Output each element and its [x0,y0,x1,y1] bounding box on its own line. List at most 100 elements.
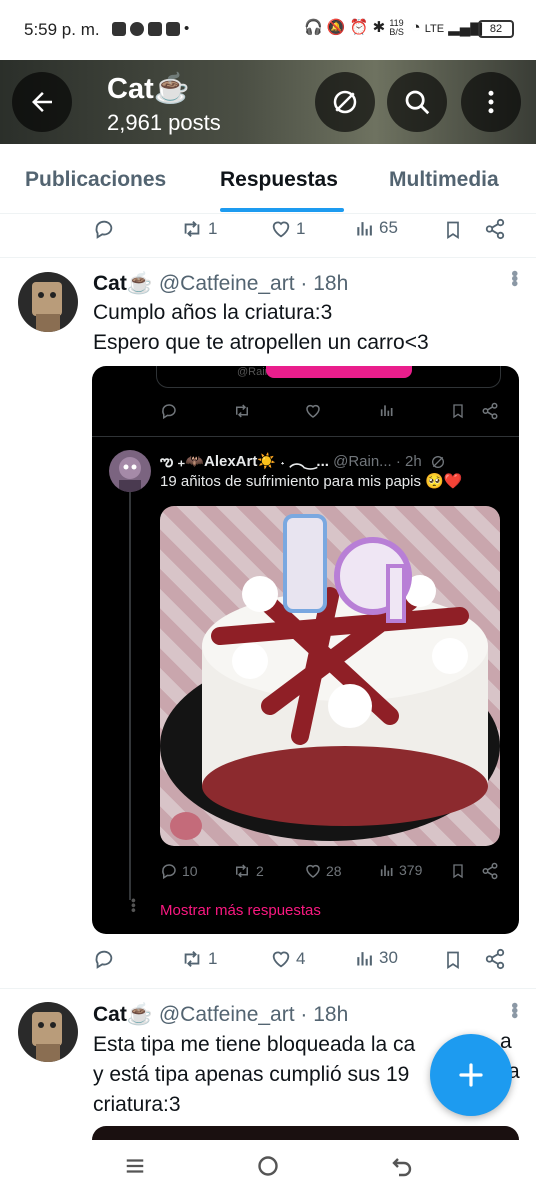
retweet-icon [184,951,200,967]
avatar-eye [38,292,44,298]
post-line: Esta tipa me tiene bloqueada la ca [93,1033,416,1056]
avatar-body [36,1044,60,1062]
quoted-author[interactable]: ఌ︎ ₊🦇AlexArt☀️ ˖ ︵‿... @Rain... · 2h [160,450,446,474]
author-handle[interactable]: @Catfeine_art · 18h [159,1003,348,1026]
retweet-button[interactable]: 1 [180,948,217,970]
avatar-face [32,1012,62,1046]
app-icon [148,22,162,37]
quoted-author-name: ఌ︎ ₊🦇AlexArt☀️ ˖ ︵‿... [160,453,329,470]
avatar-eye [50,292,56,298]
reply-button[interactable] [93,218,115,240]
bookmark-icon [447,951,459,970]
retweet-icon [184,221,200,237]
system-icons: 🎧 🔕 ⏰ ✱ 119 B/S ◔ LTE ▂▄▆ [304,18,482,37]
bookmark-button[interactable] [443,948,463,972]
heart-icon [306,864,320,878]
signal-icon: ▂▄▆ [448,19,482,36]
views-button[interactable]: 379 [379,862,422,878]
retweet-icon [236,864,248,878]
recents-button[interactable] [124,1154,146,1185]
back-arrow-icon [32,92,52,112]
search-button[interactable] [387,72,447,132]
share-button[interactable] [481,402,499,420]
like-button[interactable]: 28 [304,862,342,880]
post-more-icon[interactable]: ••• [502,1002,525,1017]
cake-photo[interactable] [160,506,500,846]
bookmark-button[interactable] [443,218,463,242]
views-button[interactable]: 65 [355,218,398,238]
more-options-button[interactable] [461,72,521,132]
reply-button[interactable] [160,402,178,420]
bookmark-button[interactable] [450,862,466,880]
like-count: 4 [296,949,306,968]
post-text: Esta tipa me tiene bloqueada la ca y est… [93,1030,415,1120]
quoted-author-handle: @Rain... [333,453,392,470]
slash-circle-icon [333,90,357,114]
status-bar: 5:59 p. m. • 🎧 🔕 ⏰ ✱ 119 B/S ◔ LTE ▂▄▆ 8… [0,0,536,60]
tab-indicator [220,208,344,212]
bookmark-button[interactable] [450,402,466,420]
alarm-icon: ⏰ [349,19,369,36]
reply-button[interactable]: 10 [160,862,198,880]
post-line: Cumplo años la criatura:3 [93,301,333,324]
post-header: Cat☕ @Catfeine_art · 18h [93,1003,348,1027]
wifi-icon: ◔ [411,19,421,36]
quoted-thread[interactable]: @Rainbo ఌ︎ ₊🦇AlexArt☀️ ˖ ︵‿... @Rain... … [92,366,519,934]
share-icon [482,402,498,420]
avatar-body [36,314,60,332]
avatar[interactable] [109,450,151,492]
share-button[interactable] [484,948,506,970]
views-chart-icon [357,222,372,236]
author-name[interactable]: Cat☕ [93,272,153,295]
tab-publicaciones[interactable]: Publicaciones [25,168,166,192]
views-button[interactable] [379,402,395,418]
author-handle[interactable]: @Catfeine_art · 18h [159,272,348,295]
plus-icon [459,1063,483,1087]
dot-icon: • [184,20,193,37]
share-icon [485,948,505,970]
home-button[interactable] [256,1154,280,1185]
menu-lines-icon [126,1159,144,1173]
like-button[interactable]: 1 [270,218,305,240]
avatar[interactable] [18,272,78,332]
show-more-replies-link[interactable]: Mostrar más respuestas [160,902,321,919]
like-count: 1 [296,219,306,238]
tab-multimedia[interactable]: Multimedia [389,168,499,192]
post-actions: 1 4 30 [0,944,536,980]
retweet-button[interactable]: 2 [232,862,264,880]
back-nav-button[interactable] [390,1154,414,1185]
system-nav-bar [0,1140,536,1200]
back-button[interactable] [12,72,72,132]
post-line: criatura:3 [93,1093,181,1116]
page-title: Cat☕ [107,73,190,105]
like-button[interactable]: 4 [270,948,305,970]
reply-count: 10 [182,863,198,879]
bookmark-icon [447,221,459,240]
share-button[interactable] [481,862,499,880]
post-more-icon[interactable]: ••• [502,270,525,285]
like-count: 28 [326,863,342,879]
tab-respuestas[interactable]: Respuestas [220,168,338,192]
like-button[interactable] [304,402,322,420]
bluetooth-icon: ✱ [372,19,386,36]
retweet-count: 1 [208,219,218,238]
share-icon [485,218,505,240]
compose-post-button[interactable] [430,1034,512,1116]
divider [0,988,536,989]
posts-count: 2,961 posts [107,110,221,135]
battery-level: 82 [478,20,514,38]
views-count: 65 [379,218,398,237]
share-button[interactable] [484,218,506,240]
author-name[interactable]: Cat☕ [93,1003,153,1026]
avatar[interactable] [18,1002,78,1062]
network-type: LTE [424,23,445,35]
network-speed: 119 B/S [389,18,404,38]
quoted-card-image-edge [266,366,412,378]
grok-button[interactable] [315,72,375,132]
reply-button[interactable] [93,948,115,970]
views-button[interactable]: 30 [355,948,398,968]
retweet-button[interactable] [232,402,252,420]
post-line: Espero que te atropellen un carro<3 [93,331,429,354]
retweet-button[interactable]: 1 [180,218,217,240]
mute-icon: 🔕 [326,19,346,36]
